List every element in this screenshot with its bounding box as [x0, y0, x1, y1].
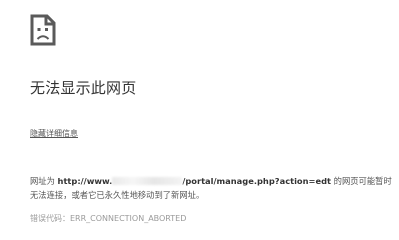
- redacted-domain: [112, 177, 183, 185]
- error-code-label: 错误代码：: [30, 214, 70, 223]
- url-start: http://www.: [57, 176, 113, 186]
- error-code: 错误代码：ERR_CONNECTION_ABORTED: [30, 213, 186, 224]
- url-end: /portal/manage.php?action=edt: [182, 176, 332, 186]
- hide-details-link[interactable]: 隐藏详细信息: [30, 128, 78, 139]
- error-message: 网址为 http://www. /portal/manage.php?action…: [30, 174, 392, 202]
- error-message-line-2: 无法连接，或者它已永久性地移动到了新网址。: [30, 190, 205, 200]
- page-title: 无法显示此网页: [30, 79, 137, 97]
- sad-document-icon: [30, 14, 56, 46]
- error-code-value: ERR_CONNECTION_ABORTED: [70, 214, 187, 223]
- message-suffix: 的网页可能暂时: [333, 176, 392, 186]
- message-prefix: 网址为: [30, 176, 55, 186]
- error-message-line-1: 网址为 http://www. /portal/manage.php?action…: [30, 174, 392, 188]
- error-url: http://www. /portal/manage.php?action=edt: [58, 176, 331, 186]
